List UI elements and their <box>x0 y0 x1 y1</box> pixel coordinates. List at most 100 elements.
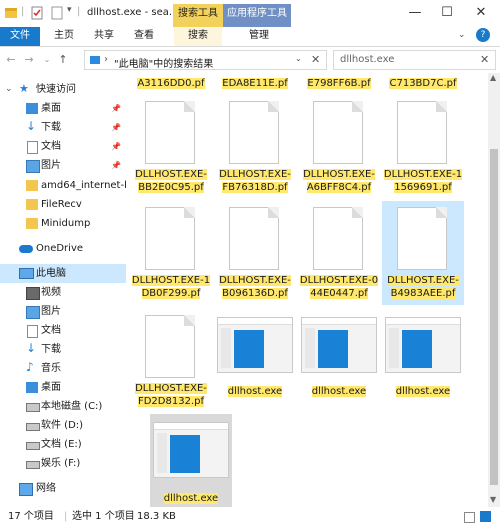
file-item[interactable]: DLLHOST.EXE-1 1569691.pf <box>382 95 464 199</box>
nav-item-pictures[interactable]: 图片 <box>0 302 126 321</box>
file-item[interactable]: dllhost.exe <box>382 309 464 413</box>
tab-share[interactable]: 共享 <box>90 27 118 46</box>
star-icon: ★ <box>19 82 29 95</box>
nav-label: 桌面 <box>41 103 61 114</box>
window-title: dllhost.exe - sea... <box>87 7 179 18</box>
nav-item-documents[interactable]: 文档 📌 <box>0 137 126 156</box>
nav-item-folder[interactable]: amd64_internet-b <box>0 176 126 195</box>
file-item[interactable]: DLLHOST.EXE- FD2D8132.pf <box>130 309 212 413</box>
file-icon <box>313 207 363 270</box>
nav-item-drive-e[interactable]: 文档 (E:) <box>0 435 126 454</box>
tab-view[interactable]: 查看 <box>130 27 158 46</box>
back-button[interactable]: ← <box>4 51 18 69</box>
file-item-selected[interactable]: DLLHOST.EXE- B4983AEE.pf <box>382 201 464 305</box>
file-list: A3116DD0.pf EDA8E11E.pf E798FF6B.pf C713… <box>128 73 488 507</box>
tab-manage[interactable]: 管理 <box>235 27 283 46</box>
nav-label: 下载 <box>41 344 61 355</box>
nav-label: 图片 <box>41 160 61 171</box>
nav-item-drive-d[interactable]: 软件 (D:) <box>0 416 126 435</box>
file-name-line: DLLHOST.EXE- <box>219 169 291 180</box>
breadcrumb-chevron-icon[interactable]: › <box>104 54 108 65</box>
new-folder-icon[interactable] <box>50 6 64 20</box>
up-button[interactable]: ↑ <box>56 51 70 69</box>
nav-item-network[interactable]: 网络 <box>0 479 126 498</box>
pin-icon: 📌 <box>111 142 121 151</box>
collapse-icon[interactable]: ⌄ <box>5 80 13 99</box>
file-item[interactable]: DLLHOST.EXE- A6BFF8C4.pf <box>298 95 380 199</box>
refresh-icon[interactable]: ✕ <box>311 53 320 66</box>
tab-file[interactable]: 文件 <box>0 27 40 46</box>
clear-search-icon[interactable]: ✕ <box>480 53 489 66</box>
forward-button[interactable]: → <box>22 51 36 69</box>
nav-item-onedrive[interactable]: OneDrive <box>0 239 126 258</box>
nav-item-music[interactable]: ♪ 音乐 <box>0 359 126 378</box>
scroll-up-icon[interactable]: ▲ <box>490 73 496 82</box>
app-thumbnail-icon <box>217 317 293 373</box>
expand-ribbon-icon[interactable]: ⌄ <box>458 30 466 40</box>
selection-size: 18.3 KB <box>137 511 176 522</box>
navigation-pane: ⌄ ★ 快速访问 桌面 📌 ↓ 下载 📌 文档 📌 图片 📌 amd64_int… <box>0 73 126 507</box>
file-name-line: DLLHOST.EXE-0 <box>299 275 379 286</box>
download-icon: ↓ <box>26 341 37 355</box>
scroll-down-icon[interactable]: ▼ <box>490 495 496 504</box>
file-name[interactable]: C713BD7C.pf <box>389 78 457 89</box>
nav-item-folder[interactable]: FileRecv <box>0 195 126 214</box>
nav-label: 此电脑 <box>36 268 66 279</box>
search-box[interactable]: dllhost.exe ✕ <box>333 50 496 70</box>
app-menu-icon[interactable] <box>4 6 18 20</box>
app-tools-context-label: 应用程序工具 <box>223 4 291 27</box>
file-item[interactable]: DLLHOST.EXE- BB2E0C95.pf <box>130 95 212 199</box>
nav-label: Minidump <box>41 218 91 229</box>
minimize-button[interactable]: — <box>400 0 430 27</box>
file-name-line: DLLHOST.EXE-1 <box>383 169 463 180</box>
nav-item-drive-f[interactable]: 娱乐 (F:) <box>0 454 126 473</box>
nav-label: FileRecv <box>41 199 82 210</box>
close-button[interactable]: ✕ <box>466 0 496 27</box>
maximize-button[interactable]: ☐ <box>432 0 462 27</box>
help-icon[interactable]: ? <box>476 28 490 42</box>
nav-item-videos[interactable]: 视频 <box>0 283 126 302</box>
nav-item-documents[interactable]: 文档 <box>0 321 126 340</box>
vertical-scrollbar[interactable]: ▲ ▼ <box>488 73 500 507</box>
address-dropdown-icon[interactable]: ⌄ <box>295 54 302 63</box>
download-icon: ↓ <box>26 119 37 133</box>
nav-label: 音乐 <box>41 363 61 374</box>
details-view-icon[interactable] <box>464 512 475 523</box>
file-item[interactable]: DLLHOST.EXE-1 DB0F299.pf <box>130 201 212 305</box>
file-item[interactable]: dllhost.exe <box>298 309 380 413</box>
file-item[interactable]: DLLHOST.EXE-0 44E0447.pf <box>298 201 380 305</box>
nav-item-downloads[interactable]: ↓ 下载 📌 <box>0 118 126 137</box>
file-name-line: FB76318D.pf <box>222 182 288 193</box>
file-item[interactable]: DLLHOST.EXE- FB76318D.pf <box>214 95 296 199</box>
search-tools-context-label: 搜索工具 <box>173 4 223 27</box>
file-icon <box>145 101 195 164</box>
file-item-hovered[interactable]: dllhost.exe <box>150 414 232 507</box>
nav-label: 文档 (E:) <box>41 439 82 450</box>
scrollbar-thumb[interactable] <box>490 149 498 485</box>
tab-search[interactable]: 搜索 <box>174 27 222 46</box>
properties-icon[interactable] <box>30 6 44 20</box>
file-item[interactable]: dllhost.exe <box>214 309 296 413</box>
nav-item-folder[interactable]: Minidump <box>0 214 126 233</box>
nav-item-pictures[interactable]: 图片 📌 <box>0 156 126 175</box>
file-item[interactable]: DLLHOST.EXE- B096136D.pf <box>214 201 296 305</box>
file-name[interactable]: E798FF6B.pf <box>307 78 371 89</box>
nav-item-desktop[interactable]: 桌面 📌 <box>0 99 126 118</box>
nav-item-this-pc[interactable]: 此电脑 <box>0 264 126 283</box>
file-name[interactable]: A3116DD0.pf <box>137 78 205 89</box>
customize-qat-icon[interactable]: ▾ <box>67 5 72 15</box>
nav-item-downloads[interactable]: ↓ 下载 <box>0 340 126 359</box>
tab-home[interactable]: 主页 <box>50 27 78 46</box>
status-bar: 17 个项目 | 选中 1 个项目 18.3 KB <box>0 507 500 527</box>
nav-item-desktop[interactable]: 桌面 <box>0 378 126 397</box>
file-name[interactable]: EDA8E11E.pf <box>222 78 288 89</box>
file-icon <box>397 207 447 270</box>
search-input[interactable]: dllhost.exe <box>340 54 394 65</box>
recent-locations-button[interactable]: ⌄ <box>40 51 54 69</box>
selection-count: 选中 1 个项目 <box>72 511 135 522</box>
nav-item-drive-c[interactable]: 本地磁盘 (C:) <box>0 397 126 416</box>
file-name-line: DLLHOST.EXE- <box>387 275 459 286</box>
large-icons-view-icon[interactable] <box>480 511 491 522</box>
address-bar[interactable]: › "此电脑"中的搜索结果 ⌄ ✕ <box>84 50 327 70</box>
nav-quick-access[interactable]: ⌄ ★ 快速访问 <box>0 80 126 99</box>
